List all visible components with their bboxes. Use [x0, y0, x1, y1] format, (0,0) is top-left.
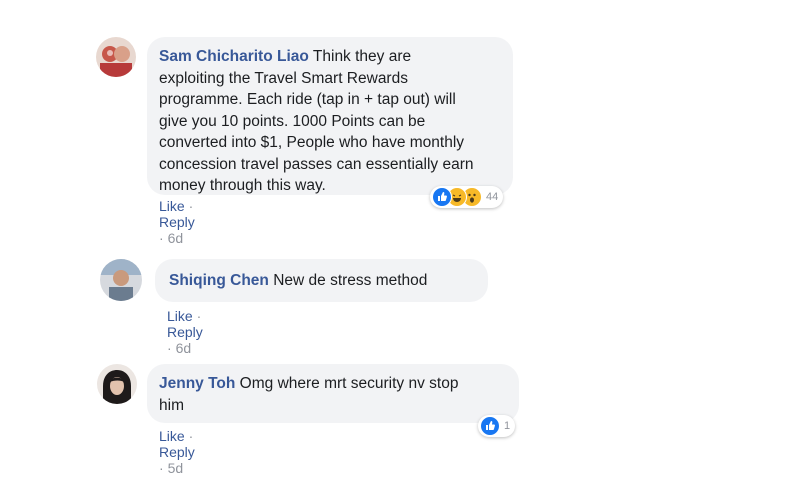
separator: ·	[196, 308, 202, 324]
comment-text-line: programme. Each ride (tap in + tap out) …	[159, 91, 456, 108]
comment-actions: Like · Reply · 6d	[167, 308, 203, 356]
comment-text-line: concession travel passes can essentially…	[159, 155, 474, 173]
comment-text-line: give you 10 points. 1000 Points can be	[159, 112, 426, 130]
comment-actions: Like · Reply · 6d	[159, 198, 195, 246]
reply-link[interactable]: Reply	[159, 214, 195, 230]
avatar[interactable]	[97, 364, 137, 404]
like-link[interactable]: Like	[159, 198, 185, 214]
comment-text-line: exploiting the Travel Smart Rewards	[159, 69, 408, 87]
separator: ·	[159, 230, 164, 246]
comment-author[interactable]: Sam Chicharito Liao	[159, 48, 309, 65]
separator: ·	[167, 340, 172, 356]
reply-link[interactable]: Reply	[167, 324, 203, 340]
comment-timestamp[interactable]: 6d	[168, 230, 184, 246]
comment-text-line: Think they are	[312, 48, 412, 65]
comment-text-line: Omg where mrt security nv stop	[239, 375, 459, 392]
avatar[interactable]	[100, 259, 142, 301]
comment-actions: Like · Reply · 5d	[159, 428, 195, 476]
like-link[interactable]: Like	[159, 428, 185, 444]
comment-author[interactable]: Jenny Toh	[159, 375, 235, 392]
comment-timestamp[interactable]: 5d	[168, 460, 184, 476]
like-icon	[432, 187, 452, 207]
reaction-summary[interactable]: 44	[430, 186, 504, 208]
avatar[interactable]	[96, 37, 136, 77]
comment-bubble: Shiqing Chen New de stress method	[155, 259, 488, 302]
reply-link[interactable]: Reply	[159, 444, 195, 460]
reaction-summary[interactable]: 1	[478, 415, 516, 437]
reaction-count: 1	[504, 420, 511, 432]
comment-bubble: Sam Chicharito Liao Think they are explo…	[147, 37, 513, 195]
like-link[interactable]: Like	[167, 308, 193, 324]
separator: ·	[188, 428, 194, 444]
comment-author[interactable]: Shiqing Chen	[169, 272, 269, 289]
separator: ·	[188, 198, 194, 214]
like-icon	[480, 416, 500, 436]
comment-text-line: him	[159, 396, 184, 414]
comment-text: New de stress method	[273, 272, 428, 289]
comment-bubble: Jenny Toh Omg where mrt security nv stop…	[147, 364, 519, 423]
reaction-count: 44	[486, 191, 499, 203]
separator: ·	[159, 460, 164, 476]
comment-text-line: converted into $1, People who have month…	[159, 134, 465, 151]
comment-timestamp[interactable]: 6d	[176, 340, 192, 356]
